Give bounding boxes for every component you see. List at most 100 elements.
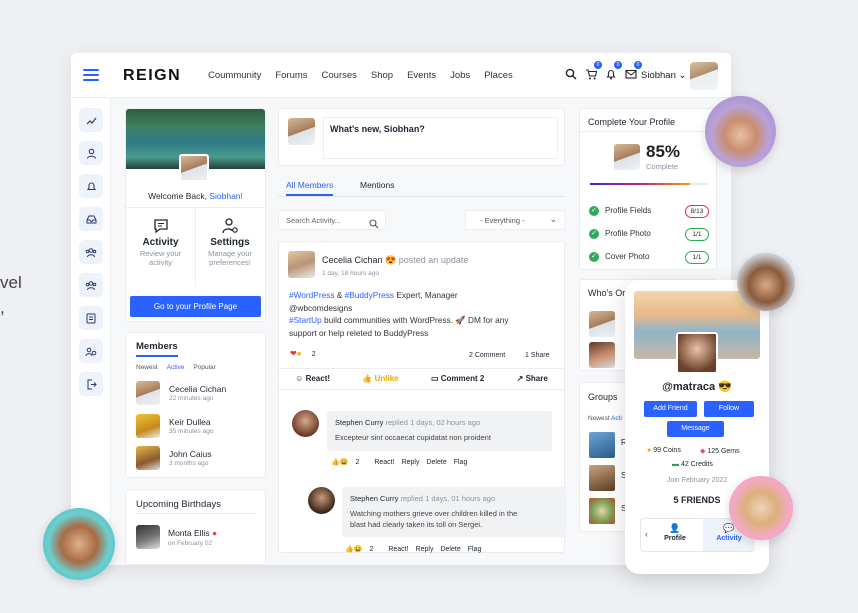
member-name: John Caius — [169, 449, 212, 459]
activity-filter-select[interactable]: - Everything - ⌄ — [465, 210, 565, 230]
group-thumb[interactable] — [589, 498, 615, 524]
comment-icon: ▭ — [430, 374, 439, 383]
profile-page-button[interactable]: Go to your Profile Page — [130, 296, 261, 317]
mobile-handle: @matraca — [662, 381, 716, 393]
floating-avatar-man — [737, 253, 795, 311]
member-name: Cecelia Cichan — [169, 384, 227, 394]
search-icon[interactable] — [565, 67, 577, 80]
bell-icon[interactable] — [79, 174, 103, 198]
comment-reply-link[interactable]: Reply — [402, 459, 420, 466]
profile-completion-avatar — [614, 144, 640, 170]
inbox-icon[interactable] — [79, 207, 103, 231]
post-author[interactable]: Cecelia Cichan — [322, 255, 383, 265]
user-icon[interactable] — [79, 141, 103, 165]
groups-tab-active[interactable]: Acti — [611, 415, 622, 422]
nav-events[interactable]: Events — [407, 70, 436, 81]
comment-avatar[interactable] — [308, 487, 335, 514]
comment-action: replied — [385, 418, 408, 427]
hashtag-link[interactable]: #BuddyPress — [345, 290, 394, 300]
composer-input[interactable]: What's new, Siobhan? — [323, 117, 558, 159]
groups-tab-newest[interactable]: Newest — [588, 415, 610, 422]
group-thumb[interactable] — [589, 465, 615, 491]
post-text: Expert, Manager — [394, 290, 458, 300]
comment-author[interactable]: Stephen Curry — [335, 418, 383, 427]
react-button[interactable]: ☺ React! — [295, 374, 330, 383]
chevron-left-icon[interactable]: ‹ — [645, 529, 648, 539]
search-input[interactable]: Search Activity... — [278, 210, 386, 230]
settings-group-icon[interactable] — [79, 339, 103, 363]
comment-reaction-count: 2 — [369, 545, 374, 553]
chart-icon[interactable] — [79, 108, 103, 132]
nav-places[interactable]: Places — [484, 70, 513, 81]
group-icon[interactable] — [79, 240, 103, 264]
member-avatar — [136, 446, 160, 470]
message-button[interactable]: Message — [667, 421, 724, 437]
hashtag-link[interactable]: #WordPress — [289, 290, 335, 300]
document-icon[interactable] — [79, 306, 103, 330]
online-avatar[interactable] — [589, 342, 615, 368]
nav-shop[interactable]: Shop — [371, 70, 393, 81]
reaction-emoji: ● — [296, 349, 302, 358]
comment-action: replied — [400, 494, 423, 503]
activity-link[interactable]: Activity Review your activity — [126, 217, 195, 268]
nav-courses[interactable]: Courses — [322, 70, 357, 81]
tab-all-members[interactable]: All Members — [286, 180, 334, 196]
online-avatar[interactable] — [589, 311, 615, 337]
members-tab-popular[interactable]: Popular — [193, 364, 215, 371]
comment-avatar[interactable] — [292, 410, 319, 437]
hashtag-link[interactable]: #StartUp — [289, 315, 322, 325]
birthday-avatar[interactable] — [136, 525, 160, 549]
add-friend-button[interactable]: Add Friend — [644, 401, 697, 417]
unlike-button[interactable]: 👍 Unlike — [362, 374, 398, 383]
members-icon[interactable] — [79, 273, 103, 297]
logout-icon[interactable] — [79, 372, 103, 396]
cake-icon: ● — [211, 528, 218, 538]
tab-mentions[interactable]: Mentions — [360, 180, 395, 190]
mobile-avatar[interactable] — [676, 332, 718, 374]
user-avatar[interactable] — [690, 62, 718, 90]
top-bar: REIGN Coummunity Forums Courses Shop Eve… — [71, 53, 731, 98]
nav-forums[interactable]: Forums — [275, 70, 307, 81]
comment-delete-link[interactable]: Delete — [426, 459, 446, 466]
sunglasses-emoji: 😎 — [718, 381, 732, 393]
comment-count[interactable]: 2 Comment — [469, 352, 505, 359]
coin-icon: ● — [647, 447, 652, 454]
post-author-avatar[interactable] — [288, 251, 315, 278]
members-tab-newest[interactable]: Newest — [136, 364, 158, 371]
comment-reply-link[interactable]: Reply — [416, 546, 434, 553]
mobile-tab-profile[interactable]: 👤 Profile — [655, 523, 695, 542]
birthdays-widget: Upcoming Birthdays Monta Ellis ● on Febr… — [125, 489, 266, 565]
share-button[interactable]: ↗ Share — [517, 374, 548, 383]
mail-icon[interactable]: 0 — [625, 61, 642, 79]
checklist-value: 8/13 — [685, 205, 709, 218]
comment-author[interactable]: Stephen Curry — [350, 494, 398, 503]
user-menu[interactable]: Siobhan ⌄ — [641, 70, 686, 81]
profile-tab-label: Profile — [664, 535, 686, 542]
comment-delete-link[interactable]: Delete — [440, 546, 460, 553]
nav-community[interactable]: Coummunity — [208, 70, 261, 81]
comment-react-link[interactable]: React! — [388, 546, 408, 553]
group-thumb[interactable] — [589, 432, 615, 458]
complete-profile-widget: Complete Your Profile 85% Complete ✓ Prof… — [579, 108, 717, 270]
profile-avatar[interactable] — [179, 154, 209, 182]
comment-time: 1 days, 01 hours ago — [425, 494, 496, 503]
comment-react-link[interactable]: React! — [374, 459, 394, 466]
bell-icon[interactable]: 0 — [605, 61, 622, 80]
comment-button[interactable]: ▭ Comment 2 — [431, 374, 484, 383]
menu-icon[interactable] — [83, 69, 99, 81]
checklist-value: 1/1 — [685, 251, 709, 264]
nav-jobs[interactable]: Jobs — [450, 70, 470, 81]
floating-avatar-woman-sunglasses — [43, 508, 115, 580]
comment-flag-link[interactable]: Flag — [454, 459, 468, 466]
completion-percent: 85% — [646, 142, 681, 161]
logo[interactable]: REIGN — [123, 67, 181, 85]
share-count[interactable]: 1 Share — [525, 352, 550, 359]
post-text: & — [334, 290, 345, 300]
comment-flag-link[interactable]: Flag — [468, 546, 482, 553]
comment-text: Excepteur sint occaecat cupidatat non pr… — [335, 433, 491, 442]
settings-link[interactable]: Settings Manage your preferences! — [195, 217, 265, 268]
background-text-1: vel — [0, 273, 22, 292]
cart-icon[interactable]: 0 — [585, 61, 602, 80]
members-tab-active[interactable]: Active — [167, 364, 185, 371]
follow-button[interactable]: Follow — [704, 401, 754, 417]
